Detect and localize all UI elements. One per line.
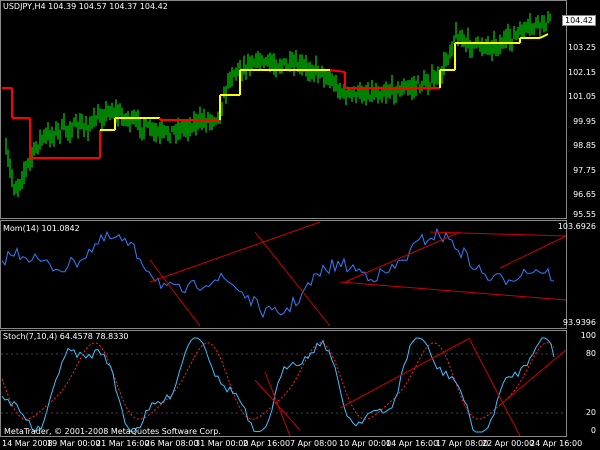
momentum-tick: 103.6926 [557,222,596,231]
price-tick: 102.15 [568,68,596,77]
time-tick: 24 Apr 16:00 [530,439,583,448]
stoch-trendline [254,379,301,431]
stoch-trendline [264,371,291,437]
momentum-trendline [344,231,461,283]
price-tick: 101.05 [568,92,596,101]
time-tick: 17 Apr 08:00 [436,439,489,448]
time-tick: 26 Mar 08:00 [145,439,199,448]
price-tick: 103.25 [568,43,596,52]
time-tick: 14 Apr 16:00 [386,439,439,448]
trailing-stop-segment [329,69,346,73]
price-tick: 98.85 [573,141,596,150]
trailing-stop-segment [539,33,549,39]
time-tick: 10 Apr 00:00 [339,439,392,448]
momentum-trendline [429,231,567,237]
price-tick: 95.55 [573,210,596,219]
current-price-badge: 104.42 [562,15,596,26]
momentum-trendline [339,281,567,301]
stoch-tick: 20 [585,408,596,417]
price-tick: 99.95 [573,117,596,126]
stoch-tick: 100 [580,331,596,340]
momentum-trendline [149,221,321,283]
time-tick: 2 Apr 16:00 [243,439,291,448]
time-tick: 19 Mar 00:00 [47,439,101,448]
main-panel-header: USDJPY,H4 104.39 104.57 104.37 104.42 [3,2,168,11]
stoch-trendline [499,349,567,406]
time-tick: 14 Mar 2008 [2,439,53,448]
momentum-trendline [499,235,567,269]
price-tick: 97.75 [573,166,596,175]
price-tick: 96.65 [573,190,596,199]
chart-canvas[interactable] [0,0,600,450]
main-panel-frame [0,0,567,219]
stoch-main-line [1,337,555,433]
time-tick: 21 Mar 16:00 [96,439,150,448]
momentum-tick: 93.9396 [562,318,596,327]
stoch-trendline [339,337,471,409]
stoch-header: Stoch(7,10,4) 64.4578 78.8330 [3,332,129,341]
momentum-trendline [149,259,201,327]
time-tick: 7 Apr 08:00 [290,439,338,448]
momentum-trendline [254,231,331,327]
momentum-header: Mom(14) 101.0842 [3,224,80,233]
momentum-panel-frame [0,220,567,329]
time-tick: 31 Mar 00:00 [195,439,249,448]
stoch-tick: 80 [585,349,596,358]
time-tick: 22 Apr 00:00 [482,439,535,448]
stoch-tick: 0 [590,426,596,435]
copyright-text: MetaTrader, © 2001-2008 MetaQuotes Softw… [4,427,221,436]
momentum-line [1,227,555,319]
